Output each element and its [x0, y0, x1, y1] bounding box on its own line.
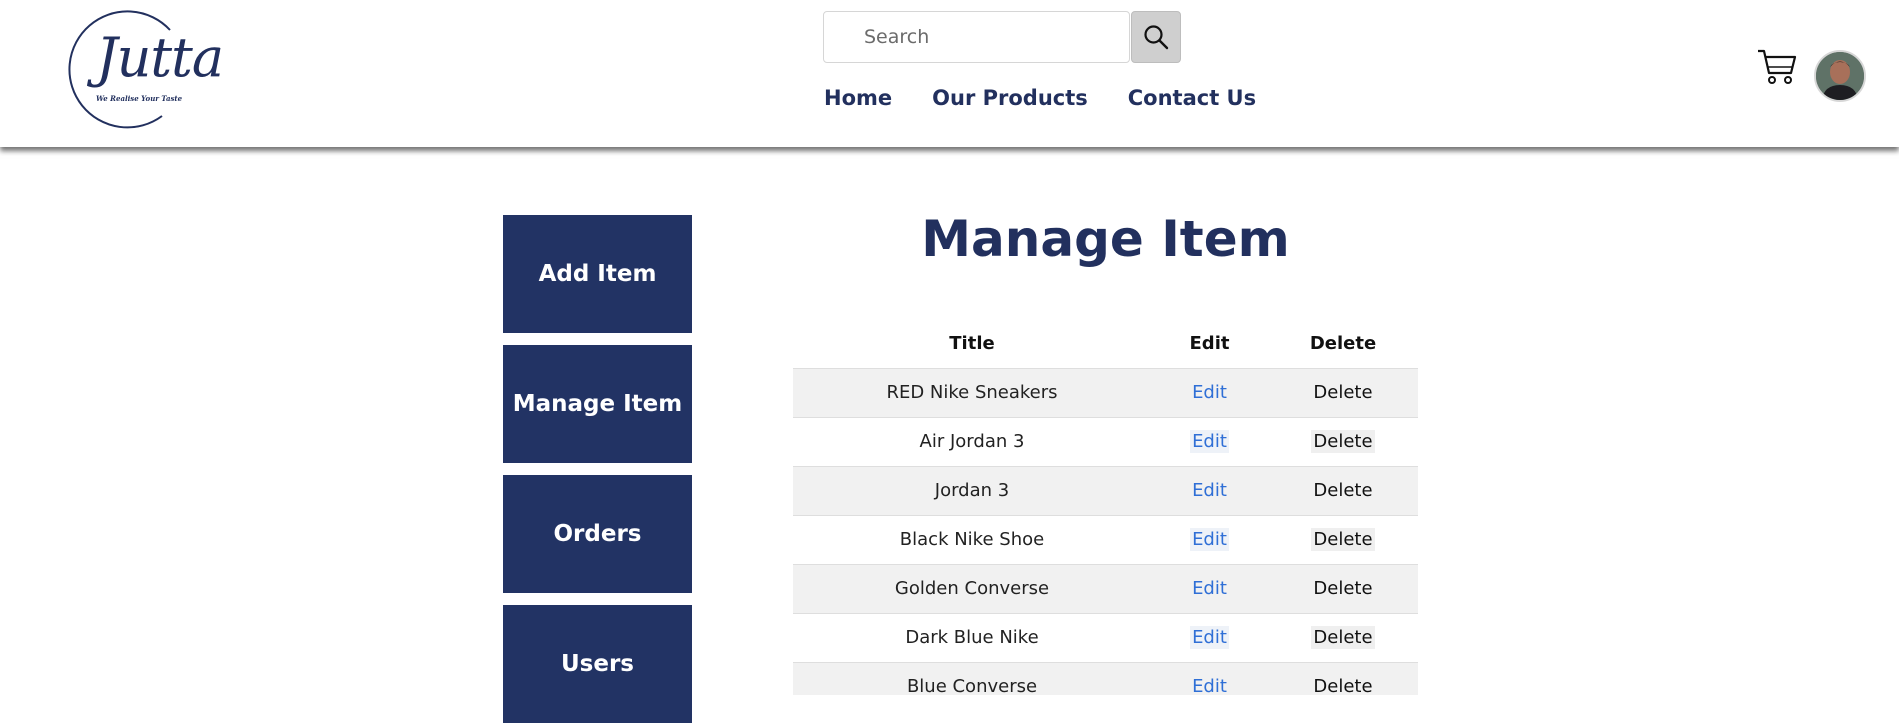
logo-wordmark: Jutta	[96, 26, 224, 89]
main-nav: Home Our Products Contact Us	[824, 86, 1256, 110]
edit-link[interactable]: Edit	[1190, 381, 1229, 404]
cart-button[interactable]	[1756, 47, 1798, 87]
nav-our-products-link[interactable]: Our Products	[932, 86, 1088, 110]
edit-link[interactable]: Edit	[1190, 577, 1229, 600]
item-title: Air Jordan 3	[793, 417, 1151, 467]
column-header-title: Title	[793, 320, 1151, 369]
items-table: Title Edit Delete RED Nike Sneakers Edit…	[793, 320, 1418, 695]
column-header-delete: Delete	[1268, 320, 1418, 369]
delete-button[interactable]: Delete	[1311, 479, 1374, 502]
search-input[interactable]	[823, 11, 1130, 63]
table-row: Golden Converse Edit Delete	[793, 564, 1418, 614]
table-row: Black Nike Shoe Edit Delete	[793, 515, 1418, 565]
edit-link[interactable]: Edit	[1190, 675, 1229, 695]
table-row: RED Nike Sneakers Edit Delete	[793, 368, 1418, 418]
delete-cell: Delete	[1268, 466, 1418, 516]
table-row: Dark Blue Nike Edit Delete	[793, 613, 1418, 663]
edit-cell: Edit	[1151, 466, 1268, 516]
edit-cell: Edit	[1151, 515, 1268, 565]
sidebar-manage-item-button[interactable]: Manage Item	[503, 345, 692, 463]
table-row: Air Jordan 3 Edit Delete	[793, 417, 1418, 467]
search-icon	[1144, 25, 1169, 50]
cart-icon	[1758, 49, 1797, 84]
table-row: Blue Converse Edit Delete	[793, 662, 1418, 695]
user-avatar[interactable]	[1814, 50, 1866, 102]
edit-link[interactable]: Edit	[1190, 528, 1229, 551]
delete-cell: Delete	[1268, 564, 1418, 614]
edit-cell: Edit	[1151, 368, 1268, 418]
sidebar-add-item-button[interactable]: Add Item	[503, 215, 692, 333]
sidebar-orders-button[interactable]: Orders	[503, 475, 692, 593]
item-title: Jordan 3	[793, 466, 1151, 516]
table-header-row: Title Edit Delete	[793, 320, 1418, 369]
site-header: Jutta We Realise Your Taste Home Our Pro…	[0, 0, 1899, 147]
edit-cell: Edit	[1151, 662, 1268, 695]
item-title: Black Nike Shoe	[793, 515, 1151, 565]
delete-button[interactable]: Delete	[1311, 528, 1375, 551]
sidebar-users-button[interactable]: Users	[503, 605, 692, 723]
delete-button[interactable]: Delete	[1311, 430, 1375, 453]
search-button[interactable]	[1131, 11, 1181, 63]
item-title: Dark Blue Nike	[793, 613, 1151, 663]
delete-cell: Delete	[1268, 417, 1418, 467]
table-row: Jordan 3 Edit Delete	[793, 466, 1418, 516]
edit-cell: Edit	[1151, 613, 1268, 663]
delete-cell: Delete	[1268, 613, 1418, 663]
item-title: Blue Converse	[793, 662, 1151, 695]
edit-link[interactable]: Edit	[1190, 479, 1229, 502]
delete-cell: Delete	[1268, 368, 1418, 418]
delete-button[interactable]: Delete	[1311, 577, 1374, 600]
avatar-photo-icon	[1816, 52, 1864, 100]
nav-contact-us-link[interactable]: Contact Us	[1128, 86, 1256, 110]
column-header-edit: Edit	[1151, 320, 1268, 369]
delete-cell: Delete	[1268, 515, 1418, 565]
brand-logo[interactable]: Jutta We Realise Your Taste	[58, 8, 224, 130]
delete-button[interactable]: Delete	[1311, 381, 1374, 404]
delete-cell: Delete	[1268, 662, 1418, 695]
edit-cell: Edit	[1151, 417, 1268, 467]
item-title: RED Nike Sneakers	[793, 368, 1151, 418]
page-title: Manage Item	[921, 210, 1290, 268]
delete-button[interactable]: Delete	[1311, 675, 1374, 695]
edit-cell: Edit	[1151, 564, 1268, 614]
edit-link[interactable]: Edit	[1190, 626, 1229, 649]
item-title: Golden Converse	[793, 564, 1151, 614]
items-table-container[interactable]: Title Edit Delete RED Nike Sneakers Edit…	[793, 320, 1418, 695]
edit-link[interactable]: Edit	[1190, 430, 1229, 453]
logo-tagline: We Realise Your Taste	[96, 94, 183, 103]
nav-home-link[interactable]: Home	[824, 86, 892, 110]
delete-button[interactable]: Delete	[1311, 626, 1375, 649]
